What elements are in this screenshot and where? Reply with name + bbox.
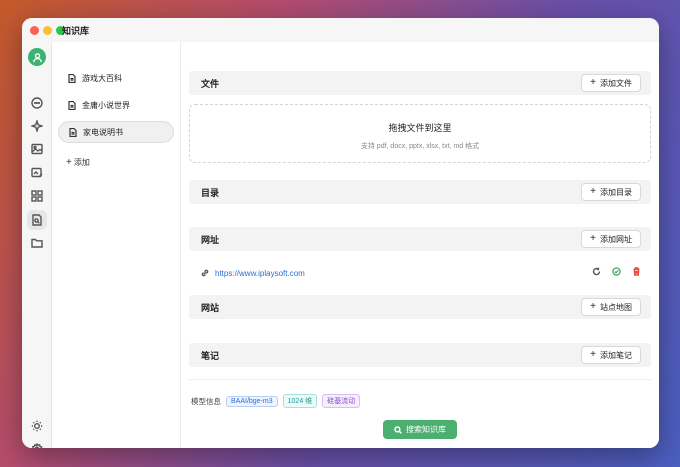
settings-icon <box>31 443 43 448</box>
kb-item-label: 家电说明书 <box>83 127 123 137</box>
knowledge-base-list: 游戏大百科 金庸小说世界 家电说明书 + 添加 <box>52 42 181 448</box>
kb-item-label: 金庸小说世界 <box>82 100 130 110</box>
url-list-item: https://www.iplaysoft.com <box>201 266 641 280</box>
site-section-header: 网站 + 站点地图 <box>189 295 651 319</box>
plus-icon: + <box>590 349 596 360</box>
model-info-label: 模型信息 <box>191 396 221 406</box>
note-section-title: 笔记 <box>201 350 220 361</box>
plus-icon: + <box>590 301 596 312</box>
watermark-sub: IPLAYSOFT.COM <box>547 412 608 418</box>
settings-nav-button[interactable] <box>27 439 47 448</box>
search-icon <box>394 425 402 434</box>
url-section-header: 网址 + 添加网址 <box>189 227 651 251</box>
dropzone-subtitle: 支持 pdf, docx, pptx, xlsx, txt, md 格式 <box>360 143 480 150</box>
brand-logo-icon <box>519 397 541 416</box>
kb-item-label: 游戏大百科 <box>82 73 122 83</box>
files-nav-button[interactable] <box>27 233 47 253</box>
theme-icon <box>31 420 43 432</box>
image-icon <box>31 143 43 155</box>
minimize-window-button[interactable] <box>43 26 52 35</box>
delete-icon[interactable] <box>632 267 641 276</box>
titlebar: 知识库 <box>22 18 659 42</box>
file-dropzone[interactable]: 拖拽文件到这里 支持 pdf, docx, pptx, xlsx, txt, m… <box>189 104 651 163</box>
url-section-title: 网址 <box>201 234 220 245</box>
plus-icon: + <box>590 233 596 244</box>
file-section-header: 文件 + 添加文件 <box>189 71 651 95</box>
user-icon <box>32 52 42 62</box>
document-icon <box>69 127 77 137</box>
watermark-main: 异次元 <box>547 394 596 411</box>
watermark: 异次元 IPLAYSOFT.COM <box>517 395 608 418</box>
agents-nav-button[interactable] <box>27 116 47 136</box>
add-note-button[interactable]: + 添加笔记 <box>581 346 641 364</box>
kb-item-appliance-manual[interactable]: 家电说明书 <box>58 121 174 143</box>
chat-nav-button[interactable] <box>27 93 47 113</box>
app-window: 知识库 游戏大百科 金庸小说世界 家电说明书 + 添加 文件 + 添加文件 拖拽… <box>22 18 659 448</box>
url-actions <box>592 267 641 276</box>
add-directory-button[interactable]: + 添加目录 <box>581 183 641 201</box>
avatar[interactable] <box>28 48 46 66</box>
note-section-header: 笔记 + 添加笔记 <box>189 343 651 367</box>
add-url-button[interactable]: + 添加网址 <box>581 230 641 248</box>
divider <box>189 379 651 380</box>
plus-icon: + <box>590 186 596 197</box>
file-section-title: 文件 <box>201 78 220 89</box>
link-icon <box>201 269 209 277</box>
kb-item-jinyong[interactable]: 金庸小说世界 <box>58 94 174 116</box>
grid-icon <box>31 190 43 202</box>
translate-nav-button[interactable] <box>27 163 47 183</box>
provider-tag: 硅基流动 <box>322 394 361 408</box>
image-edit-icon <box>31 167 43 178</box>
plus-icon: + <box>590 77 596 88</box>
dimension-tag: 1024 维 <box>282 394 318 408</box>
model-info: 模型信息 BAAI/bge-m3 1024 维 硅基流动 <box>191 394 361 408</box>
folder-icon <box>31 238 43 248</box>
document-icon <box>68 73 76 83</box>
document-icon <box>68 100 76 110</box>
check-circle-icon[interactable] <box>612 267 621 276</box>
theme-toggle-button[interactable] <box>27 416 47 436</box>
dropzone-title: 拖拽文件到这里 <box>388 123 452 133</box>
add-knowledge-base-button[interactable]: + 添加 <box>66 157 90 168</box>
url-link[interactable]: https://www.iplaysoft.com <box>215 269 305 278</box>
icon-sidebar <box>22 42 52 448</box>
knowledge-content: 文件 + 添加文件 拖拽文件到这里 支持 pdf, docx, pptx, xls… <box>181 42 659 448</box>
apps-nav-button[interactable] <box>27 186 47 206</box>
refresh-icon[interactable] <box>592 267 601 276</box>
model-tag: BAAI/bge-m3 <box>226 395 278 407</box>
chat-icon <box>31 97 43 109</box>
site-section-title: 网站 <box>201 302 220 313</box>
add-file-button[interactable]: + 添加文件 <box>581 74 641 92</box>
dir-section-header: 目录 + 添加目录 <box>189 180 651 204</box>
search-knowledge-button[interactable]: 搜索知识库 <box>383 420 457 439</box>
paint-nav-button[interactable] <box>27 139 47 159</box>
knowledge-icon <box>32 214 42 226</box>
kb-item-game-wiki[interactable]: 游戏大百科 <box>58 67 174 89</box>
plus-icon: + <box>66 157 72 168</box>
knowledge-nav-button[interactable] <box>27 210 47 230</box>
sitemap-button[interactable]: + 站点地图 <box>581 298 641 316</box>
close-window-button[interactable] <box>30 26 39 35</box>
window-title: 知识库 <box>62 26 90 36</box>
sparkle-icon <box>31 120 43 132</box>
dir-section-title: 目录 <box>201 187 220 198</box>
